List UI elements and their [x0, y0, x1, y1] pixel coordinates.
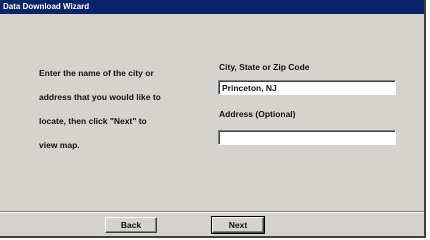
instruction-line: locate, then click "Next" to [39, 116, 147, 126]
button-area-divider [0, 211, 424, 213]
window-title: Data Download Wizard [0, 0, 424, 14]
instruction-line: address that you would like to [39, 92, 161, 102]
back-button-label: Back [120, 220, 142, 230]
next-button[interactable]: Next [211, 216, 265, 234]
next-button-label: Next [228, 220, 248, 230]
city-state-zip-input[interactable] [218, 80, 396, 95]
wizard-window: Data Download Wizard Enter the name of t… [0, 0, 426, 238]
city-state-zip-label: City, State or Zip Code [219, 62, 310, 72]
instruction-line: view map. [39, 140, 80, 150]
instruction-line: Enter the name of the city or [39, 68, 154, 78]
instructions-text: Enter the name of the city or address th… [39, 65, 199, 161]
address-label: Address (Optional) [219, 109, 296, 119]
back-button[interactable]: Back [105, 217, 157, 233]
address-input[interactable] [218, 130, 396, 145]
wizard-content: Enter the name of the city or address th… [0, 14, 424, 212]
